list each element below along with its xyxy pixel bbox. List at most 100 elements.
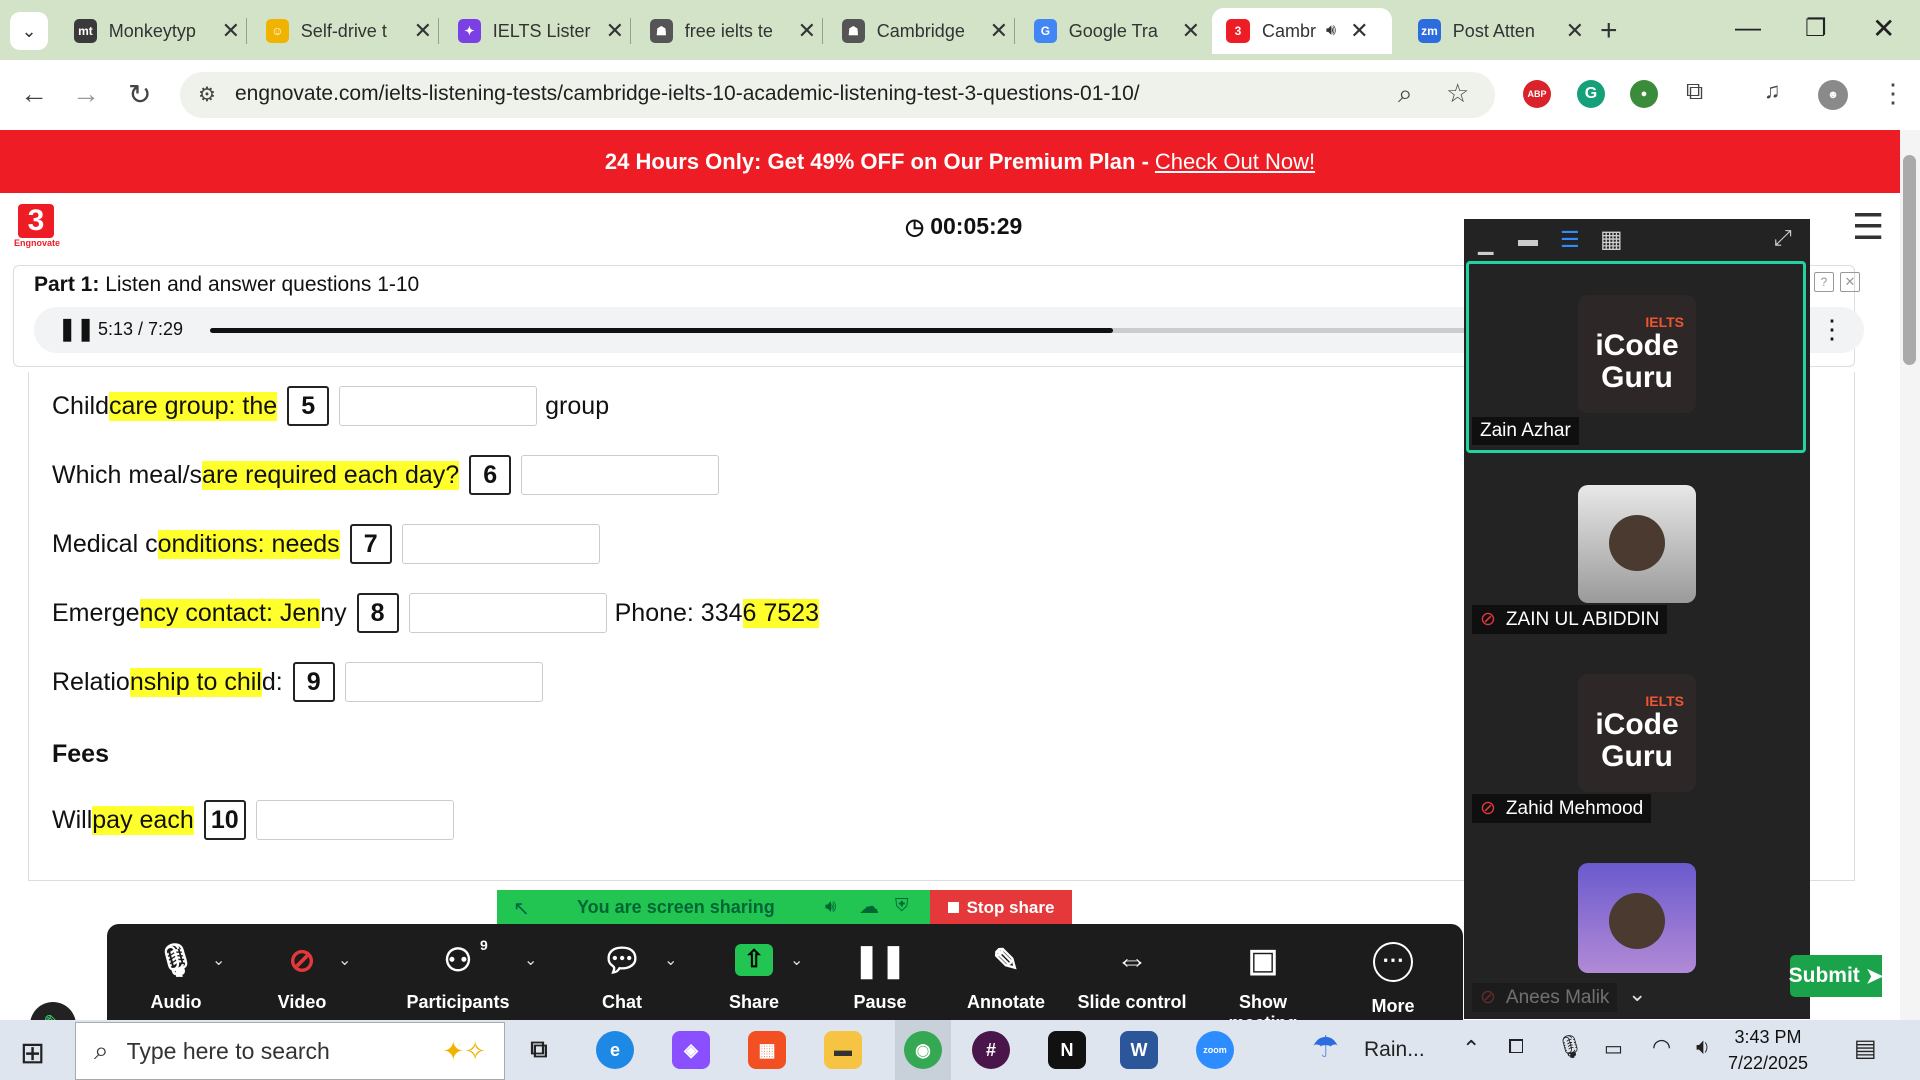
annotate-button[interactable]: ✎ Annotate bbox=[946, 940, 1066, 1013]
shield-icon[interactable]: ⛨ bbox=[895, 895, 909, 916]
single-view-icon[interactable]: ▬ bbox=[1518, 229, 1538, 252]
close-tab-icon[interactable]: ✕ bbox=[414, 18, 432, 44]
browser-tab[interactable]: mt Monkeytyp ✕ bbox=[60, 8, 240, 54]
answer-input[interactable] bbox=[339, 386, 538, 426]
close-tab-icon[interactable]: ✕ bbox=[606, 18, 624, 44]
back-button[interactable]: ← bbox=[20, 78, 48, 110]
answer-input[interactable] bbox=[401, 524, 600, 564]
toolbar-options-chevron-icon[interactable]: ⌄ bbox=[790, 950, 803, 970]
pause-audio-button[interactable]: ❚❚ bbox=[58, 316, 95, 342]
weather-umbrella-icon[interactable]: ☂ bbox=[1312, 1030, 1339, 1065]
extensions-puzzle-icon[interactable]: ⧉ bbox=[1686, 78, 1703, 106]
toolbar-options-chevron-icon[interactable]: ⌄ bbox=[524, 950, 537, 970]
toolbar-options-chevron-icon[interactable]: ⌄ bbox=[212, 950, 225, 970]
tab-audio-icon[interactable]: 🔊︎ bbox=[1326, 22, 1336, 40]
expand-panel-icon[interactable]: ⤢ bbox=[1774, 225, 1792, 251]
share-audio-icon[interactable]: 🔊︎ bbox=[825, 896, 836, 917]
pause-button[interactable]: ❚❚ Pause bbox=[820, 940, 940, 1013]
browser-tab[interactable]: G Google Tra ✕ bbox=[1020, 8, 1200, 54]
strip-view-icon[interactable]: ☰ bbox=[1560, 227, 1580, 253]
tab-search-button[interactable]: ⌄ bbox=[10, 12, 48, 50]
microsoft-store-icon[interactable]: ▦ bbox=[748, 1031, 786, 1069]
audio-seek-bar[interactable] bbox=[210, 328, 1500, 333]
profile-avatar-icon[interactable]: ☻ bbox=[1818, 80, 1848, 110]
help-icon[interactable]: ? bbox=[1814, 272, 1834, 292]
globe-extension-icon[interactable]: ● bbox=[1630, 80, 1658, 108]
task-view-icon[interactable]: ⧉ bbox=[520, 1031, 558, 1069]
more-button[interactable]: ⋯ More bbox=[1333, 940, 1453, 1017]
media-control-icon[interactable]: ♫ bbox=[1764, 78, 1781, 104]
weather-text[interactable]: Rain... bbox=[1364, 1038, 1425, 1062]
participant-video-tile[interactable] bbox=[1578, 863, 1696, 973]
browser-tab[interactable]: 3 Cambr 🔊︎ ✕ bbox=[1212, 8, 1392, 54]
chrome-icon[interactable]: ◉ bbox=[904, 1031, 942, 1069]
close-tab-icon[interactable]: ✕ bbox=[798, 18, 816, 44]
notion-icon[interactable]: N bbox=[1048, 1031, 1086, 1069]
close-tab-icon[interactable]: ✕ bbox=[222, 18, 240, 44]
edge-browser-icon[interactable]: e bbox=[596, 1031, 634, 1069]
volume-icon[interactable]: 🔉︎ bbox=[1696, 1034, 1710, 1060]
toolbar-options-chevron-icon[interactable]: ⌄ bbox=[664, 950, 677, 970]
answer-input[interactable] bbox=[408, 593, 607, 633]
notifications-icon[interactable]: ▤ bbox=[1854, 1034, 1877, 1063]
meet-now-icon[interactable]: ⧠ bbox=[1508, 1036, 1524, 1059]
forward-button[interactable]: → bbox=[72, 78, 100, 110]
minimize-panel-icon[interactable]: ▁ bbox=[1478, 231, 1493, 256]
audio-options-icon[interactable]: ⋮ bbox=[1819, 314, 1845, 345]
participant-video-tile[interactable]: IELTS iCode Guru bbox=[1578, 295, 1696, 413]
browser-tab[interactable]: ☺ Self-drive t ✕ bbox=[252, 8, 432, 54]
tab-separator bbox=[246, 18, 247, 44]
scrollbar-thumb[interactable] bbox=[1903, 155, 1916, 365]
windows-start-icon[interactable]: ⊞ bbox=[20, 1036, 45, 1071]
close-tab-icon[interactable]: ✕ bbox=[1350, 18, 1368, 44]
close-tab-icon[interactable]: ✕ bbox=[990, 18, 1008, 44]
copilot-app-icon[interactable]: ◈ bbox=[672, 1031, 710, 1069]
answer-input[interactable] bbox=[344, 662, 543, 702]
slack-icon[interactable]: # bbox=[972, 1031, 1010, 1069]
participant-video-tile[interactable]: IELTS iCode Guru bbox=[1578, 674, 1696, 792]
show-hidden-icons-chevron-icon[interactable]: ⌃ bbox=[1462, 1036, 1480, 1062]
browser-tab[interactable]: ✦ IELTS Lister ✕ bbox=[444, 8, 624, 54]
restore-window-button[interactable]: ❐ bbox=[1805, 14, 1827, 43]
browser-menu-icon[interactable]: ⋮ bbox=[1880, 78, 1906, 109]
clock-time: 3:43 PM bbox=[1734, 1027, 1802, 1047]
scroll-participants-chevron-icon[interactable]: ⌄ bbox=[1628, 981, 1646, 1007]
participants-button[interactable]: ⚇ Participants bbox=[398, 940, 518, 1013]
site-info-icon[interactable]: ⚙ bbox=[198, 82, 216, 107]
cloud-icon[interactable]: ☁︎ bbox=[859, 894, 879, 919]
gallery-view-icon[interactable]: ▦ bbox=[1600, 225, 1623, 254]
close-window-button[interactable]: ✕ bbox=[1872, 12, 1895, 45]
browser-tab[interactable]: zm Post Atten ✕ bbox=[1404, 8, 1584, 54]
promo-link[interactable]: Check Out Now! bbox=[1155, 149, 1315, 175]
new-tab-button[interactable]: + bbox=[1600, 14, 1618, 48]
stop-share-button[interactable]: Stop share bbox=[930, 890, 1072, 925]
zoom-app-icon[interactable]: zoom bbox=[1196, 1031, 1234, 1069]
submit-button[interactable]: Submit ➤ bbox=[1789, 955, 1883, 997]
battery-icon[interactable]: ▭ bbox=[1604, 1036, 1623, 1061]
browser-tab[interactable]: ☗ Cambridge ✕ bbox=[828, 8, 1008, 54]
answer-input[interactable] bbox=[255, 800, 454, 840]
close-popup-icon[interactable]: ✕ bbox=[1840, 272, 1860, 292]
reload-button[interactable]: ↻ bbox=[128, 78, 151, 111]
taskbar-clock[interactable]: 3:43 PM 7/22/2025 bbox=[1718, 1024, 1818, 1076]
answer-input[interactable] bbox=[521, 455, 720, 495]
adblock-extension-icon[interactable]: ABP bbox=[1523, 80, 1551, 108]
slide-control-button[interactable]: ⇔ Slide control bbox=[1072, 940, 1192, 1013]
close-tab-icon[interactable]: ✕ bbox=[1182, 18, 1200, 44]
page-menu-icon[interactable]: ☰ bbox=[1852, 206, 1884, 248]
file-explorer-icon[interactable]: ▬ bbox=[824, 1031, 862, 1069]
toolbar-options-chevron-icon[interactable]: ⌄ bbox=[338, 950, 351, 970]
bookmark-star-icon[interactable]: ☆ bbox=[1446, 78, 1469, 109]
minimize-window-button[interactable]: — bbox=[1735, 12, 1761, 43]
microphone-tray-icon[interactable]: 🎙︎ bbox=[1556, 1034, 1584, 1060]
word-icon[interactable]: W bbox=[1120, 1031, 1158, 1069]
taskbar-search-box[interactable]: ⌕ Type here to search ✦✧ bbox=[75, 1022, 505, 1080]
engnovate-logo[interactable]: 3 Engnovate bbox=[14, 204, 60, 252]
zoom-icon[interactable]: ⌕ bbox=[1398, 78, 1413, 110]
close-tab-icon[interactable]: ✕ bbox=[1566, 18, 1584, 44]
grammarly-extension-icon[interactable]: G bbox=[1577, 80, 1605, 108]
drag-handle-icon[interactable]: ↖ bbox=[513, 896, 530, 921]
browser-tab[interactable]: ☗ free ielts te ✕ bbox=[636, 8, 816, 54]
wifi-icon[interactable]: ◠ bbox=[1652, 1034, 1671, 1060]
participant-video-tile[interactable] bbox=[1578, 485, 1696, 603]
